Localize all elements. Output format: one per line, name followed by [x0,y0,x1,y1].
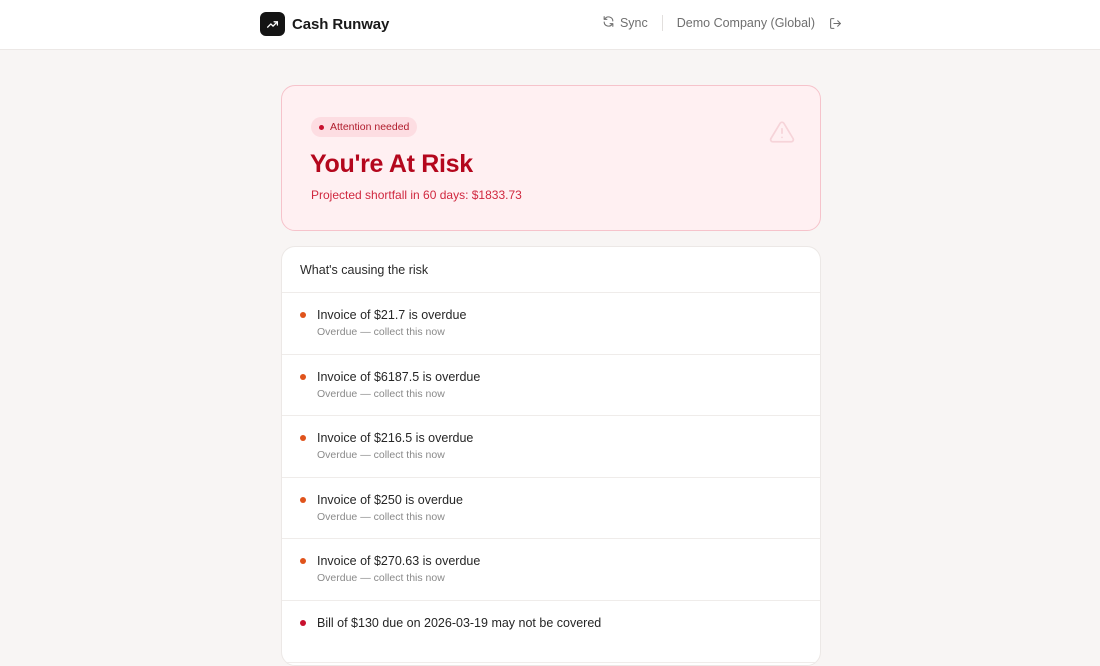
risk-status-card: Attention needed You're At Risk Projecte… [281,85,821,231]
header-divider [661,15,663,31]
warning-triangle-icon [768,119,796,150]
causes-header: What's causing the risk [282,247,820,293]
cause-title: Bill of $130 due on 2026-03-19 may not b… [317,615,602,630]
causes-list: Invoice of $21.7 is overdue Overdue — co… [282,293,820,663]
sync-label: Sync [619,16,648,30]
cause-subtitle: Overdue — collect this now [317,326,445,338]
brand[interactable]: Cash Runway [260,12,389,36]
refresh-icon [602,15,615,31]
badge-label: Attention needed [330,121,410,133]
cause-title: Invoice of $216.5 is overdue [317,431,474,446]
attention-badge: Attention needed [311,117,418,137]
top-bar: Cash Runway Sync Demo Company (Global) [0,0,1100,50]
cause-item[interactable]: Invoice of $250 is overdue Overdue — col… [282,478,820,540]
status-dot [300,496,306,503]
status-dot [300,619,306,626]
cause-item[interactable]: Invoice of $6187.5 is overdue Overdue — … [282,355,820,417]
status-dot [300,435,306,442]
cause-title: Invoice of $6187.5 is overdue [317,369,481,384]
cause-item[interactable]: Invoice of $216.5 is overdue Overdue — c… [282,416,820,478]
status-dot [300,558,306,565]
cause-subtitle: Overdue — collect this now [317,572,445,585]
cause-title: Invoice of $250 is overdue [317,492,463,507]
cause-title: Invoice of $270.63 is overdue [317,554,481,569]
status-dot [300,312,306,318]
sync-button[interactable]: Sync [602,15,648,31]
cause-subtitle: Overdue — collect this now [317,449,445,462]
cause-subtitle: Overdue — collect this now [317,510,445,523]
cause-subtitle: Overdue — collect this now [317,387,445,400]
cause-item[interactable]: Invoice of $21.7 is overdue Overdue — co… [282,293,820,355]
badge-dot [319,124,324,130]
cause-title: Invoice of $21.7 is overdue [317,308,467,322]
cause-item[interactable]: Bill of $130 due on 2026-03-19 may not b… [282,601,820,663]
trending-up-icon [260,12,285,36]
risk-subtitle: Projected shortfall in 60 days: $1833.73 [311,188,522,202]
status-dot [300,373,306,380]
logout-icon[interactable] [829,17,842,30]
header-actions: Sync Demo Company (Global) [602,15,842,31]
brand-name: Cash Runway [292,15,390,33]
risk-causes-card: What's causing the risk Invoice of $21.7… [281,246,821,666]
company-selector[interactable]: Demo Company (Global) [677,16,815,30]
risk-title: You're At Risk [310,150,473,178]
cause-item[interactable]: Invoice of $270.63 is overdue Overdue — … [282,539,820,601]
